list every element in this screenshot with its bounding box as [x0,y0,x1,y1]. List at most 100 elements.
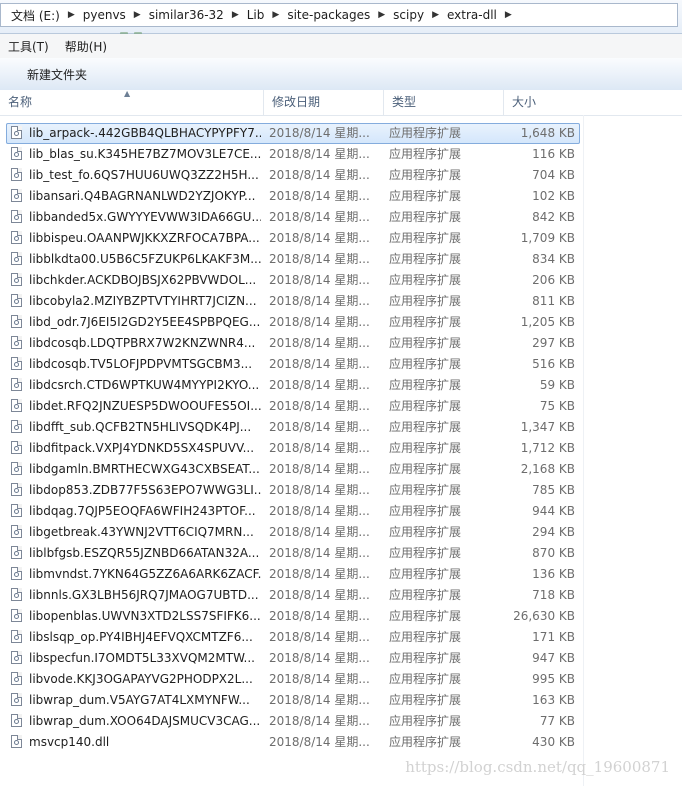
chevron-right-icon[interactable]: ▶ [270,10,281,20]
file-row[interactable]: libmvndst.7YKN64G5ZZ6A6ARK6ZACF... 2018/8… [6,564,580,585]
dll-file-icon [11,378,22,391]
chevron-right-icon[interactable]: ▶ [430,10,441,20]
file-row[interactable]: lib_test_fo.6QS7HUU6UWQ3ZZ2H5H... 2018/8/… [6,165,580,186]
file-date: 2018/8/14 星期... [269,609,370,623]
file-row[interactable]: libdop853.ZDB77F5S63EPO7WWG3LI... 2018/8/… [6,480,580,501]
chevron-right-icon[interactable]: ▶ [66,10,77,20]
file-row[interactable]: libopenblas.UWVN3XTD2LSS7SFIFK6... 2018/8… [6,606,580,627]
file-size: 136 KB [532,567,575,581]
file-date: 2018/8/14 星期... [269,693,370,707]
file-size: 834 KB [532,252,575,266]
file-name: libdop853.ZDB77F5S63EPO7WWG3LI... [29,483,261,497]
file-type: 应用程序扩展 [389,147,462,161]
dll-file-icon [11,294,22,307]
file-row[interactable]: libslsqp_op.PY4IBHJ4EFVQXCMTZF6... 2018/8… [6,627,580,648]
file-type: 应用程序扩展 [389,546,462,560]
file-row[interactable]: libbispeu.OAANPWJKKXZRFOCA7BPA... 2018/8/… [6,228,580,249]
dll-file-icon [11,693,22,706]
breadcrumb-item[interactable]: scipy [387,8,430,22]
file-row[interactable]: libwrap_dum.V5AYG7AT4LXMYNFW... 2018/8/14… [6,690,580,711]
file-size: 1,648 KB [520,126,575,140]
file-row[interactable]: libdgamln.BMRTHECWXG43CXBSEAT... 2018/8/1… [6,459,580,480]
column-header-name[interactable]: 名称 [0,90,263,115]
column-header-date[interactable]: 修改日期 [263,90,383,115]
breadcrumb-item[interactable]: 文档 (E:) [5,7,66,24]
file-row[interactable]: libvode.KKJ3OGAPAYVG2PHODPX2L... 2018/8/1… [6,669,580,690]
file-row[interactable]: libcobyla2.MZIYBZPTVTYIHRT7JCIZN... 2018/… [6,291,580,312]
file-size: 59 KB [539,378,575,392]
dll-file-icon [11,399,22,412]
file-size: 944 KB [532,504,575,518]
file-row[interactable]: libblkdta00.U5B6C5FZUKP6LKAKF3M... 2018/8… [6,249,580,270]
file-row[interactable]: libdfitpack.VXPJ4YDNKD5SX4SPUVV... 2018/8… [6,438,580,459]
breadcrumb-item[interactable]: similar36-32 [143,8,230,22]
file-date: 2018/8/14 星期... [269,441,370,455]
file-size: 75 KB [539,399,575,413]
file-row[interactable]: libdet.RFQ2JNZUESP5DWOOUFES5OI... 2018/8/… [6,396,580,417]
dll-file-icon [11,168,22,181]
file-row[interactable]: lib_arpack-.442GBB4QLBHACYPYPFY7... 2018/… [6,123,580,144]
file-row[interactable]: libwrap_dum.XOO64DAJSMUCV3CAG... 2018/8/1… [6,711,580,732]
file-row[interactable]: libdcosqb.LDQTPBRX7W2KNZWNR4... 2018/8/14… [6,333,580,354]
chevron-right-icon[interactable]: ▶ [230,10,241,20]
file-name: libmvndst.7YKN64G5ZZ6A6ARK6ZACF... [29,567,261,581]
breadcrumb-item[interactable]: pyenvs [77,8,132,22]
file-name: liblbfgsb.ESZQR55JZNBD66ATAN32A... [29,546,260,560]
file-date: 2018/8/14 星期... [269,567,370,581]
file-row[interactable]: libnnls.GX3LBH56JRQ7JMAOG7UBTD... 2018/8/… [6,585,580,606]
file-date: 2018/8/14 星期... [269,294,370,308]
menu-item[interactable]: 帮助(H) [57,38,115,55]
file-type: 应用程序扩展 [389,567,462,581]
file-type: 应用程序扩展 [389,294,462,308]
chevron-right-icon[interactable]: ▶ [132,10,143,20]
file-name: libd_odr.7J6EI5I2GD2Y5EE4SPBPQEG... [29,315,261,329]
file-row[interactable]: libdqag.7QJP5EOQFA6WFIH243PTOF... 2018/8/… [6,501,580,522]
menu-item[interactable]: 工具(T) [0,38,57,55]
file-row[interactable]: libdcosqb.TV5LOFJPDPVMTSGCBM3... 2018/8/1… [6,354,580,375]
file-row[interactable]: libgetbreak.43YWNJ2VTT6CIQ7MRN... 2018/8/… [6,522,580,543]
file-type: 应用程序扩展 [389,714,462,728]
new-folder-button[interactable]: 新建文件夹 [27,66,87,83]
file-row[interactable]: libchkder.ACKDBOJBSJX62PBVWDOL... 2018/8/… [6,270,580,291]
chevron-right-icon[interactable]: ▶ [376,10,387,20]
file-row[interactable]: libansari.Q4BAGRNANLWD2YZJOKYP... 2018/8/… [6,186,580,207]
file-name: libdcosqb.TV5LOFJPDPVMTSGCBM3... [29,357,253,371]
file-date: 2018/8/14 星期... [269,525,370,539]
column-header-type[interactable]: 类型 [383,90,503,115]
file-name: libchkder.ACKDBOJBSJX62PBVWDOL... [29,273,257,287]
file-type: 应用程序扩展 [389,273,462,287]
file-row[interactable]: libspecfun.I7OMDT5L33XVQM2MTW... 2018/8/1… [6,648,580,669]
file-row[interactable]: libdfft_sub.QCFB2TN5HLIVSQDK4PJ... 2018/8… [6,417,580,438]
file-size: 995 KB [532,672,575,686]
file-size: 116 KB [532,147,575,161]
dll-file-icon [11,210,22,223]
breadcrumb-item[interactable]: extra-dll [441,8,503,22]
file-row[interactable]: lib_blas_su.K345HE7BZ7MOV3LE7CE... 2018/8… [6,144,580,165]
file-row[interactable]: libd_odr.7J6EI5I2GD2Y5EE4SPBPQEG... 2018/… [6,312,580,333]
dll-file-icon [11,714,22,727]
breadcrumb-item[interactable]: Lib [241,8,271,22]
column-header-size[interactable]: 大小 [503,90,583,115]
file-name: msvcp140.dll [29,735,110,749]
file-row[interactable]: libbanded5x.GWYYYEVWW3IDA66GU... 2018/8/1… [6,207,580,228]
toolbar: 新建文件夹 [0,58,682,91]
file-row[interactable]: liblbfgsb.ESZQR55JZNBD66ATAN32A... 2018/8… [6,543,580,564]
file-name: libdcosqb.LDQTPBRX7W2KNZWNR4... [29,336,256,350]
file-row[interactable]: libdcsrch.CTD6WPTKUW4MYYPI2KYO... 2018/8/… [6,375,580,396]
file-name: libvode.KKJ3OGAPAYVG2PHODPX2L... [29,672,253,686]
file-name: libblkdta00.U5B6C5FZUKP6LKAKF3M... [29,252,261,266]
file-size: 1,709 KB [520,231,575,245]
file-date: 2018/8/14 星期... [269,504,370,518]
file-size: 811 KB [532,294,575,308]
dll-file-icon [11,483,22,496]
file-type: 应用程序扩展 [389,588,462,602]
chevron-right-icon[interactable]: ▶ [503,10,514,20]
breadcrumb-item[interactable]: site-packages [281,8,376,22]
file-date: 2018/8/14 星期... [269,336,370,350]
file-row[interactable]: msvcp140.dll 2018/8/14 星期... 应用程序扩展 430 KB [6,732,580,753]
file-type: 应用程序扩展 [389,315,462,329]
dll-file-icon [11,336,22,349]
address-bar-decoration [120,27,160,38]
breadcrumb[interactable]: 文档 (E:) ▶ pyenvs ▶ similar36-32 ▶ Lib ▶ site-pac… [0,3,678,27]
file-date: 2018/8/14 星期... [269,630,370,644]
